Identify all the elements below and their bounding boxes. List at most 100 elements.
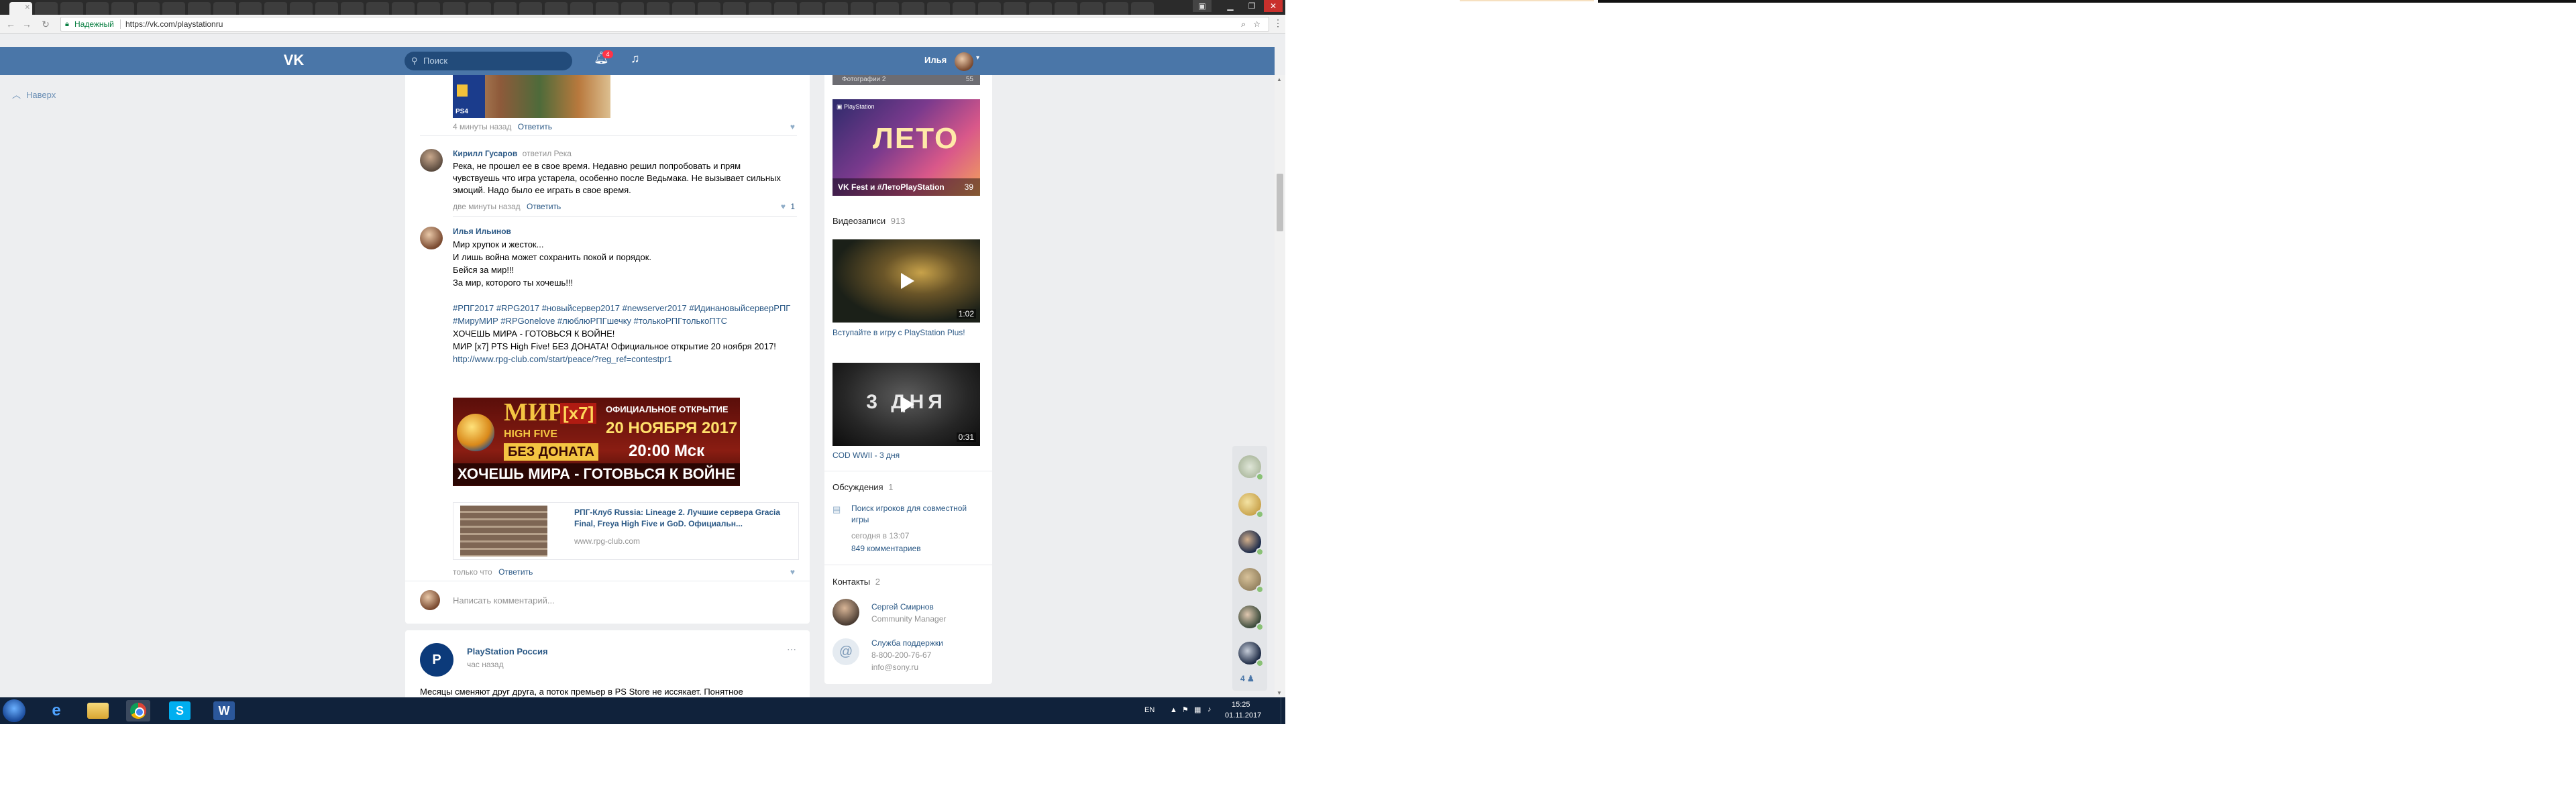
browser-tab[interactable] bbox=[1131, 2, 1154, 15]
browser-tab[interactable] bbox=[264, 2, 287, 15]
chrome-icon[interactable] bbox=[126, 700, 150, 721]
clock-date[interactable]: 01.11.2017 bbox=[1225, 711, 1261, 719]
browser-tab[interactable] bbox=[290, 2, 313, 15]
reply-link[interactable]: Ответить bbox=[498, 567, 533, 577]
reply-link[interactable]: Ответить bbox=[527, 202, 561, 211]
close-window-icon[interactable]: ✕ bbox=[1264, 0, 1283, 12]
contact-name[interactable]: Служба поддержки bbox=[871, 638, 943, 648]
contacts-header[interactable]: Контакты 2 bbox=[833, 577, 880, 587]
like-control[interactable]: ♥ 1 bbox=[781, 202, 795, 211]
browser-tab[interactable] bbox=[35, 2, 58, 15]
browser-tab[interactable] bbox=[978, 2, 1001, 15]
show-desktop-button[interactable] bbox=[1281, 697, 1285, 724]
browser-tab-active[interactable]: ✕ bbox=[9, 2, 32, 15]
skype-icon[interactable]: S bbox=[169, 701, 191, 720]
internet-explorer-icon[interactable]: e bbox=[44, 700, 68, 721]
user-profile-icon[interactable]: ▣ bbox=[1193, 0, 1212, 12]
browser-tab[interactable] bbox=[698, 2, 720, 15]
action-center-icon[interactable]: ⚑ bbox=[1182, 705, 1189, 714]
browser-tab[interactable] bbox=[494, 2, 517, 15]
back-icon[interactable]: ← bbox=[4, 17, 17, 31]
reload-icon[interactable]: ↻ bbox=[39, 17, 52, 31]
commenter-avatar[interactable] bbox=[420, 227, 443, 249]
clock-time[interactable]: 15:25 bbox=[1232, 701, 1250, 709]
user-avatar[interactable] bbox=[955, 52, 973, 71]
commenter-avatar[interactable] bbox=[420, 149, 443, 172]
browser-tab[interactable] bbox=[876, 2, 899, 15]
comment-link[interactable]: http://www.rpg-club.com/start/peace/?reg… bbox=[453, 353, 795, 365]
browser-tab[interactable] bbox=[468, 2, 491, 15]
browser-tab[interactable] bbox=[621, 2, 644, 15]
post-author[interactable]: PlayStation Россия bbox=[467, 646, 548, 656]
comment-input[interactable]: Написать комментарий... bbox=[453, 595, 555, 605]
music-icon[interactable]: ♫ bbox=[631, 52, 640, 66]
browser-tab[interactable] bbox=[953, 2, 975, 15]
browser-tab[interactable] bbox=[749, 2, 771, 15]
scroll-down-icon[interactable]: ▼ bbox=[1277, 690, 1282, 696]
browser-tab[interactable] bbox=[519, 2, 542, 15]
browser-tab[interactable] bbox=[927, 2, 950, 15]
play-icon[interactable] bbox=[901, 396, 914, 412]
browser-tab[interactable] bbox=[239, 2, 262, 15]
file-explorer-icon[interactable] bbox=[87, 703, 109, 719]
browser-tab[interactable] bbox=[825, 2, 848, 15]
comment-author[interactable]: Кирилл Гусаров bbox=[453, 149, 517, 158]
playstation-avatar[interactable]: P bbox=[420, 643, 453, 677]
browser-tab[interactable] bbox=[213, 2, 236, 15]
address-bar[interactable]: 🔒︎ Надежный https://vk.com/playstationru… bbox=[60, 17, 1269, 32]
link-snippet[interactable]: РПГ-Клуб Russia: Lineage 2. Лучшие серве… bbox=[453, 502, 799, 560]
browser-tab[interactable] bbox=[366, 2, 389, 15]
start-button[interactable] bbox=[3, 699, 25, 722]
play-icon[interactable] bbox=[901, 273, 914, 289]
network-icon[interactable]: ▦ bbox=[1194, 705, 1201, 714]
scroll-up-icon[interactable]: ▲ bbox=[1277, 76, 1282, 82]
more-options-icon[interactable]: ⋯ bbox=[787, 644, 796, 655]
browser-tab[interactable] bbox=[341, 2, 364, 15]
browser-tab[interactable] bbox=[111, 2, 134, 15]
video-thumbnail[interactable]: 1:02 bbox=[833, 239, 980, 323]
browser-tab[interactable] bbox=[1029, 2, 1052, 15]
like-heart-icon[interactable]: ♥ bbox=[790, 122, 795, 131]
browser-tab[interactable] bbox=[162, 2, 185, 15]
browser-tab[interactable] bbox=[774, 2, 797, 15]
browser-tab[interactable] bbox=[188, 2, 211, 15]
comment-author[interactable]: Илья Ильинов bbox=[453, 227, 511, 236]
browser-tab[interactable] bbox=[545, 2, 568, 15]
language-indicator[interactable]: EN bbox=[1144, 706, 1155, 714]
browser-tab[interactable] bbox=[443, 2, 466, 15]
photo-album[interactable]: ▣ PlayStation ЛЕТО VK Fest и #ЛетоPlaySt… bbox=[833, 99, 980, 196]
browser-tab[interactable] bbox=[570, 2, 593, 15]
like-heart-icon[interactable]: ♥ bbox=[781, 202, 786, 211]
to-top-button[interactable]: ︿ Наверх bbox=[12, 88, 56, 101]
bookmark-star-icon[interactable]: ☆ bbox=[1253, 17, 1260, 31]
hashtags[interactable]: #РПГ2017 #RPG2017 #новыйсервер2017 #news… bbox=[453, 302, 795, 327]
discussion-comments[interactable]: 849 комментариев bbox=[851, 544, 921, 553]
more-friends[interactable]: 4 ♟ bbox=[1240, 674, 1254, 683]
browser-tab[interactable] bbox=[392, 2, 415, 15]
browser-tab[interactable] bbox=[1004, 2, 1026, 15]
browser-tab[interactable] bbox=[1106, 2, 1128, 15]
page-scrollbar[interactable]: ▲ ▼ bbox=[1275, 75, 1285, 697]
browser-tab[interactable] bbox=[137, 2, 160, 15]
volume-icon[interactable]: ♪ bbox=[1208, 705, 1212, 713]
contact-avatar[interactable] bbox=[833, 599, 859, 626]
browser-tab[interactable] bbox=[851, 2, 873, 15]
close-tab-icon[interactable]: ✕ bbox=[25, 4, 30, 11]
browser-tab[interactable] bbox=[1055, 2, 1077, 15]
vk-logo[interactable]: VK bbox=[282, 51, 305, 70]
tray-expand-icon[interactable]: ▲ bbox=[1170, 706, 1177, 714]
maximize-icon[interactable]: ❐ bbox=[1242, 0, 1261, 12]
browser-tab[interactable] bbox=[647, 2, 669, 15]
forward-icon[interactable]: → bbox=[20, 17, 34, 31]
snippet-title[interactable]: РПГ-Клуб Russia: Lineage 2. Лучшие серве… bbox=[574, 507, 789, 530]
user-name[interactable]: Илья bbox=[924, 55, 947, 65]
promo-banner-image[interactable]: МИР [x7] HIGH FIVE ОФИЦИАЛЬНОЕ ОТКРЫТИЕ … bbox=[453, 398, 740, 486]
minimize-icon[interactable]: ▁ bbox=[1221, 0, 1240, 12]
browser-tab[interactable] bbox=[672, 2, 695, 15]
browser-tab[interactable] bbox=[417, 2, 440, 15]
browser-tab[interactable] bbox=[315, 2, 338, 15]
chevron-down-icon[interactable]: ▾ bbox=[976, 54, 979, 62]
discussions-header[interactable]: Обсуждения 1 bbox=[833, 482, 893, 492]
zoom-icon[interactable]: ⌕ bbox=[1241, 17, 1246, 31]
search-input[interactable]: ⚲ Поиск bbox=[405, 52, 572, 70]
